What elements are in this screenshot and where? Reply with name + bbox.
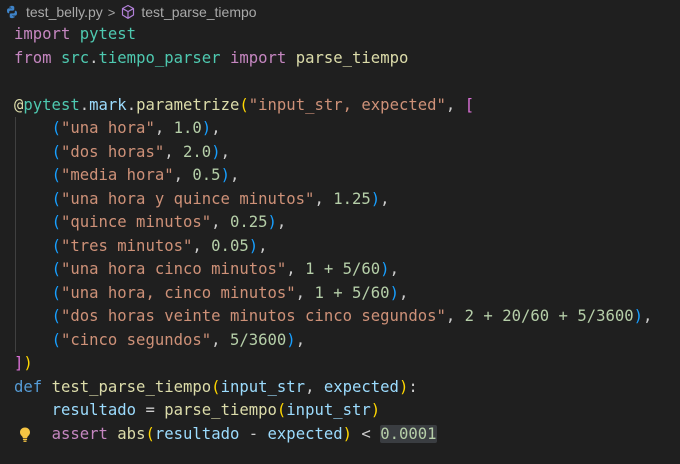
dot: . xyxy=(126,95,137,114)
string-literal: "media hora" xyxy=(60,166,174,184)
function-name: test_parse_tiempo xyxy=(51,377,212,396)
python-file-icon xyxy=(7,5,17,19)
function-name: abs xyxy=(117,424,146,443)
code-line: ("media hora", 0.5), xyxy=(0,164,680,188)
keyword: def xyxy=(14,377,43,396)
string-literal: "una hora cinco minutos" xyxy=(60,260,287,278)
keyword: assert xyxy=(51,424,108,443)
code-line: @pytest.mark.parametrize("input_str, exp… xyxy=(14,95,475,114)
code-line: def test_parse_tiempo(input_str, expecte… xyxy=(14,377,418,396)
function-name: parse_tiempo xyxy=(164,401,277,419)
operator: - xyxy=(239,424,268,443)
value-expression: 1 + 5/60 xyxy=(305,260,381,278)
dot: . xyxy=(89,48,99,67)
operator: = xyxy=(136,401,165,419)
parameter: expected xyxy=(323,377,399,396)
lightbulb-icon[interactable] xyxy=(17,426,33,444)
function-name: parametrize xyxy=(136,95,240,114)
string-literal: "quince minutos" xyxy=(60,213,212,231)
value-expression: 0.05 xyxy=(211,236,249,255)
breadcrumb-symbol[interactable]: test_parse_tiempo xyxy=(141,4,256,20)
operator: < xyxy=(352,424,381,443)
string-literal: "tres minutos" xyxy=(60,236,193,255)
code-area[interactable]: import pytest from src.tiempo_parser imp… xyxy=(0,23,680,446)
string-literal: "una hora" xyxy=(60,119,155,137)
keyword: import xyxy=(14,25,71,43)
decorator-at: @ xyxy=(14,95,24,114)
symbol-method-icon xyxy=(122,4,135,19)
code-line: assert abs(resultado - expected) < 0.000… xyxy=(0,423,680,447)
value-expression: 1.0 xyxy=(173,119,202,137)
string-literal: "una hora, cinco minutos" xyxy=(60,283,296,302)
value-expression: 2 + 20/60 + 5/3600 xyxy=(464,307,634,325)
comma: , xyxy=(445,95,465,114)
string-literal: "una hora y quince minutos" xyxy=(60,189,315,208)
variable: expected xyxy=(267,424,343,443)
code-line: ("una hora cinco minutos", 1 + 5/60), xyxy=(0,258,680,282)
value-expression: 1 + 5/60 xyxy=(314,283,390,302)
value-expression: 2.0 xyxy=(183,142,212,161)
string-literal: "dos horas veinte minutos cinco segundos… xyxy=(60,307,446,325)
code-line: ("dos horas", 2.0), xyxy=(0,140,680,164)
variable: resultado xyxy=(51,401,137,419)
function-name: parse_tiempo xyxy=(295,48,409,67)
breadcrumb-file[interactable]: test_belly.py xyxy=(26,4,103,20)
keyword: from xyxy=(14,48,52,67)
breadcrumb: test_belly.py > test_parse_tiempo xyxy=(0,0,680,24)
code-line: resultado = parse_tiempo(input_str) xyxy=(51,401,381,419)
module-name: tiempo_parser xyxy=(98,48,221,67)
code-line: import pytest xyxy=(0,23,680,47)
argument: input_str xyxy=(286,401,371,419)
code-line: ("una hora", 1.0), xyxy=(0,117,680,141)
value-expression: 5/3600 xyxy=(229,330,287,349)
code-line: ]) xyxy=(14,354,33,372)
code-line: ("cinco segundos", 5/3600), xyxy=(0,328,680,352)
string-literal: "input_str, expected" xyxy=(248,95,446,114)
string-literal: "cinco segundos" xyxy=(60,330,212,349)
code-line: from src.tiempo_parser import parse_tiem… xyxy=(0,47,680,71)
breadcrumb-separator: > xyxy=(107,4,116,20)
code-line: ("tres minutos", 0.05), xyxy=(0,234,680,258)
module-name: src xyxy=(60,48,90,67)
variable: resultado xyxy=(154,424,240,443)
dot: . xyxy=(79,95,90,114)
code-line: ("una hora y quince minutos", 1.25), xyxy=(0,187,680,211)
keyword: import xyxy=(229,48,287,67)
code-line: ("una hora, cinco minutos", 1 + 5/60), xyxy=(0,281,680,305)
module-name: pytest xyxy=(79,25,137,43)
module-name: pytest xyxy=(23,95,80,114)
code-line: ("dos horas veinte minutos cinco segundo… xyxy=(0,305,680,329)
number-literal: 0.0001 xyxy=(380,424,437,443)
attribute-name: mark xyxy=(89,95,127,114)
value-expression: 1.25 xyxy=(333,189,371,208)
value-expression: 0.25 xyxy=(229,213,268,231)
string-literal: "dos horas" xyxy=(60,142,165,161)
parameter: input_str xyxy=(220,377,306,396)
code-line: ("quince minutos", 0.25), xyxy=(0,211,680,235)
code-editor[interactable]: test_belly.py > test_parse_tiempo import… xyxy=(0,0,680,464)
value-expression: 0.5 xyxy=(192,166,221,184)
